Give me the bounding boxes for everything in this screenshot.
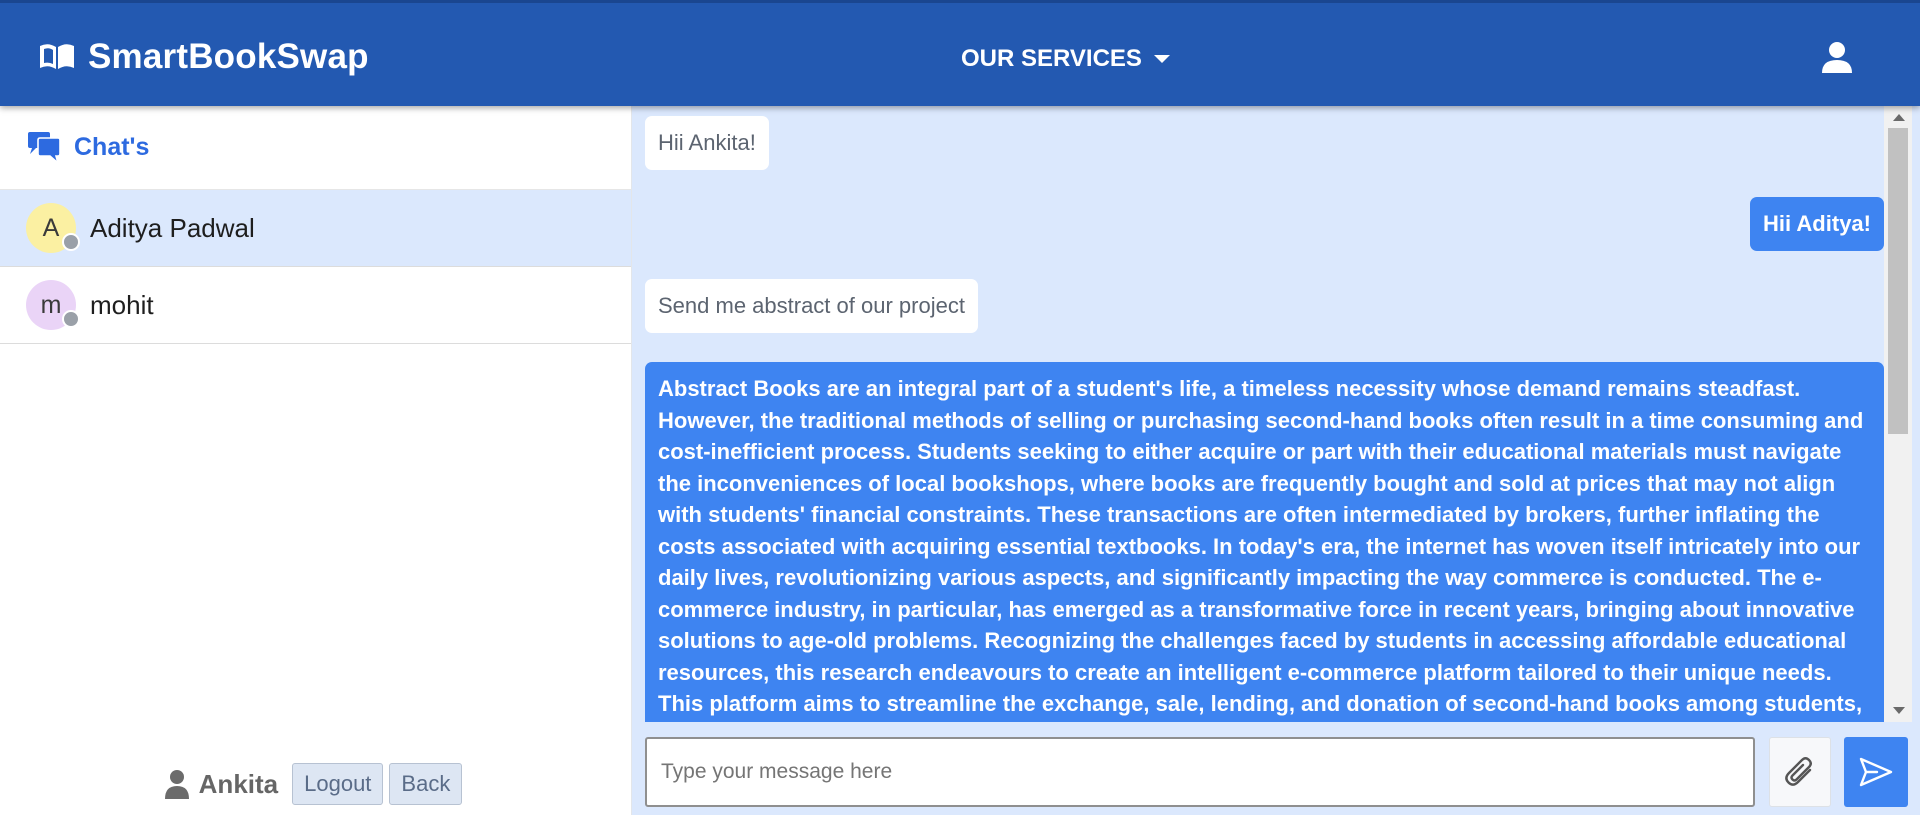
brand-logo[interactable]: SmartBookSwap [38,37,369,77]
contact-name: Aditya Padwal [90,212,255,243]
scrollbar-thumb[interactable] [1888,128,1908,434]
services-label: OUR SERVICES [961,45,1142,72]
chat-panel: Hii Ankita! Hii Aditya! Send me abstract… [632,106,1920,815]
status-dot [62,233,80,251]
open-book-icon [40,44,74,69]
our-services-dropdown[interactable]: OUR SERVICES [961,45,1170,73]
message-input[interactable] [645,737,1755,807]
status-dot [62,310,80,328]
paperclip-icon [1785,757,1812,786]
user-icon[interactable] [1820,41,1854,75]
chat-bubbles-icon [28,131,61,165]
avatar-initial: A [42,213,60,242]
message-bubble-incoming: Send me abstract of our project [645,279,978,333]
contact-item[interactable]: m mohit [0,267,631,344]
avatar-initial: m [40,290,62,319]
send-button[interactable] [1844,737,1908,807]
scroll-up-arrow-icon[interactable] [1893,114,1905,121]
message-bubble-outgoing: Abstract Books are an integral part of a… [645,362,1884,722]
scroll-down-arrow-icon[interactable] [1893,707,1905,714]
message-list: Hii Ankita! Hii Aditya! Send me abstract… [632,106,1884,722]
back-button[interactable]: Back [389,763,463,805]
attach-button[interactable] [1769,737,1831,807]
contact-list: A Aditya Padwal m mohit [0,190,631,344]
top-navbar: SmartBookSwap OUR SERVICES [0,0,1920,106]
avatar: A [26,203,80,253]
chat-sidebar: Chat's A Aditya Padwal m mohit Ankita Logou… [0,106,632,815]
current-username: Ankita [198,768,279,799]
person-icon [164,770,189,799]
brand-name: SmartBookSwap [88,37,369,76]
contact-name: mohit [90,289,154,320]
contact-item[interactable]: A Aditya Padwal [0,190,631,267]
avatar: m [26,280,80,330]
chats-title: Chat's [74,133,150,161]
chats-header: Chat's [0,106,631,190]
logout-button[interactable]: Logout [292,763,384,805]
message-bubble-incoming: Hii Ankita! [645,116,769,170]
message-scrollbar[interactable] [1884,106,1912,722]
message-bubble-outgoing: Hii Aditya! [1750,197,1884,251]
paper-plane-icon [1859,757,1893,787]
caret-down-icon [1153,55,1170,63]
sidebar-footer: Ankita Logout Back [0,763,631,805]
